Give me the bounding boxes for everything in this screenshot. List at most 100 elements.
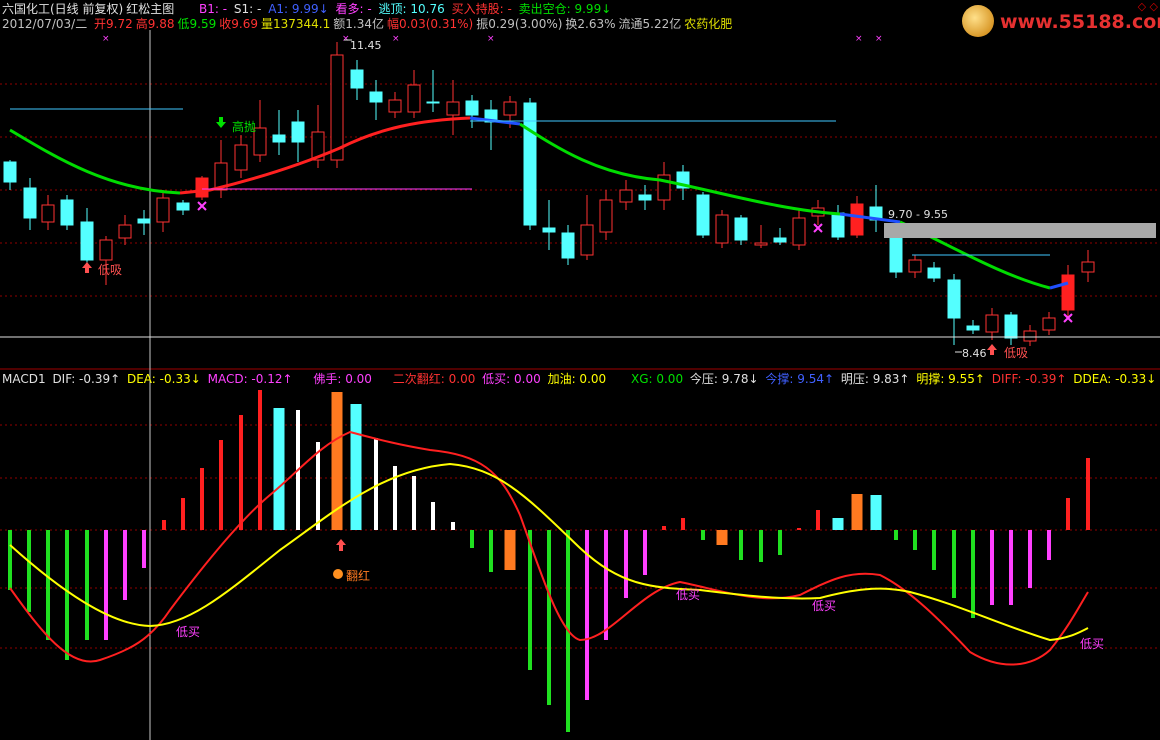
macd-bar xyxy=(816,510,820,530)
candle xyxy=(156,190,170,232)
macd-mingcheng: 明撑: 9.55↑ xyxy=(916,372,985,386)
macd-bar xyxy=(258,390,262,530)
macd-mingya: 明压: 9.83↑ xyxy=(840,372,910,386)
chart-canvas[interactable]: × × × × × × 11.45 9.70 - 9.55 8.46 低吸 低吸 高抛 翻… xyxy=(0,0,1160,740)
candle xyxy=(195,176,209,200)
macd-bar xyxy=(142,530,146,568)
candle xyxy=(350,60,364,100)
macd-foshou: 佛手: 0.00 xyxy=(313,372,372,386)
dimai-signal-1: 低买 xyxy=(176,625,200,639)
macd-bar xyxy=(412,476,416,530)
candle xyxy=(41,195,55,230)
macd-bar xyxy=(739,530,743,560)
bottom-label: 8.46 xyxy=(962,347,987,360)
macd-xg: XG: 0.00 xyxy=(630,372,684,386)
candle xyxy=(754,225,768,248)
candle xyxy=(23,178,37,230)
dimai-signal-3: 低买 xyxy=(812,599,836,613)
macd-bar xyxy=(451,522,455,530)
macd-bar xyxy=(27,530,31,612)
macd-bar xyxy=(46,530,50,640)
macd-bar xyxy=(316,442,320,530)
macd-bar xyxy=(832,518,844,530)
main-overlays: × × × × × × xyxy=(0,34,1160,579)
tick-mark-icon: × xyxy=(487,34,495,44)
macd-bar xyxy=(470,530,474,548)
highlight-band xyxy=(884,223,1156,238)
low-buy-signal-2: 低吸 xyxy=(1004,346,1028,360)
candle xyxy=(80,208,94,270)
candle xyxy=(465,95,479,128)
up-arrow-icon xyxy=(987,344,997,355)
macd-bar xyxy=(797,528,801,530)
macd-bar xyxy=(350,404,362,530)
range-label: 9.70 - 9.55 xyxy=(888,208,948,221)
macd-bar xyxy=(8,530,12,590)
macd-bar xyxy=(662,526,666,530)
candle xyxy=(407,70,421,118)
macd-dimai: 低买: 0.00 xyxy=(482,372,541,386)
candle xyxy=(1023,325,1037,346)
candle xyxy=(773,228,787,245)
macd-bar xyxy=(759,530,763,562)
candle xyxy=(696,192,710,238)
macd-bar xyxy=(393,466,397,530)
candle xyxy=(234,135,248,178)
main-grid xyxy=(0,83,1160,649)
macd-bar xyxy=(162,520,166,530)
dimai-signal-2: 低买 xyxy=(676,588,700,602)
macd-bar xyxy=(85,530,89,640)
candle xyxy=(272,110,286,155)
macd-bar xyxy=(778,530,782,555)
macd-bar xyxy=(65,530,69,660)
up-arrow-icon xyxy=(336,539,346,551)
macd-bar xyxy=(894,530,898,540)
macd-bar xyxy=(528,530,532,670)
macd-bar xyxy=(701,530,705,540)
candle xyxy=(176,200,190,215)
candle xyxy=(619,180,633,210)
macd-jiayou: 加油: 0.00 xyxy=(547,372,607,386)
peak-label: 11.45 xyxy=(350,39,382,52)
candle xyxy=(889,232,903,278)
x-marker-icon xyxy=(197,201,207,211)
macd-bar xyxy=(932,530,936,570)
candle xyxy=(869,185,883,232)
macd-bar xyxy=(624,530,628,598)
candle xyxy=(927,262,941,282)
candle xyxy=(542,200,556,250)
macd-bar xyxy=(1086,458,1090,530)
macd-bar xyxy=(1066,498,1070,530)
candle xyxy=(985,308,999,340)
fanhong-signal: 翻红 xyxy=(346,568,370,583)
macd-name[interactable]: MACD1 xyxy=(2,372,46,386)
candle xyxy=(388,92,402,118)
low-buy-signal-1: 低吸 xyxy=(98,263,122,277)
macd-bar xyxy=(489,530,493,572)
candle xyxy=(908,255,922,278)
macd-bar xyxy=(643,530,647,575)
candle xyxy=(60,195,74,230)
dimai-signal-4: 低买 xyxy=(1080,637,1104,651)
candle xyxy=(734,215,748,245)
candle xyxy=(484,100,498,150)
macd-bar xyxy=(219,440,223,530)
macd-erci: 二次翻红: 0.00 xyxy=(392,372,476,386)
macd-dif: DIF: -0.39↑ xyxy=(52,372,121,386)
macd-bar xyxy=(851,494,863,530)
candle xyxy=(426,70,440,112)
macd-bar xyxy=(181,498,185,530)
macd-bar xyxy=(239,415,243,530)
macd-dea: DEA: -0.33↓ xyxy=(126,372,201,386)
candle xyxy=(966,320,980,334)
candle xyxy=(715,210,729,248)
candle xyxy=(3,160,17,190)
macd-bar xyxy=(1028,530,1032,588)
macd-bar xyxy=(990,530,994,605)
macd-diff: DIFF: -0.39↑ xyxy=(991,372,1067,386)
candle xyxy=(1004,312,1018,345)
tick-mark-icon: × xyxy=(875,34,883,44)
macd-macd: MACD: -0.12↑ xyxy=(207,372,293,386)
macd-bar xyxy=(913,530,917,550)
macd-bar xyxy=(1047,530,1051,560)
